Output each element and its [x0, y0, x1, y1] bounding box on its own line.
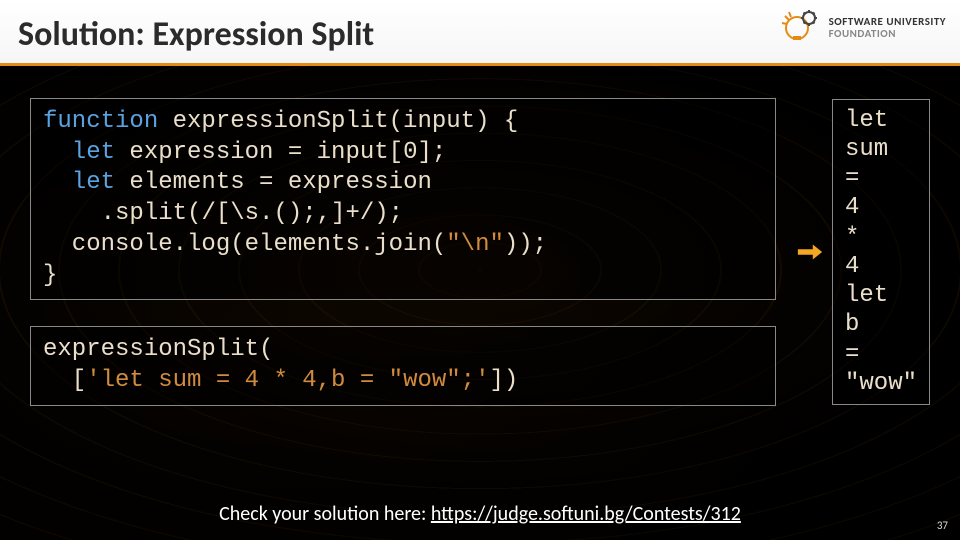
arrow-right-icon	[796, 242, 824, 262]
footer: Check your solution here: https://judge.…	[0, 502, 960, 526]
page-title: Solution: Expression Split	[18, 14, 374, 55]
lightbulb-gear-icon	[779, 6, 823, 50]
output-block: let sum = 4 * 4 let b = "wow"	[832, 99, 930, 406]
logo: SOFTWARE UNIVERSITY FOUNDATION	[779, 6, 946, 50]
footer-lead: Check your solution here:	[219, 502, 431, 526]
page-number: 37	[937, 519, 948, 532]
solution-link[interactable]: https://judge.softuni.bg/Contests/312	[431, 502, 741, 526]
code-block-call: expressionSplit( ['let sum = 4 * 4,b = "…	[30, 326, 776, 405]
logo-text: SOFTWARE UNIVERSITY FOUNDATION	[829, 16, 946, 39]
code-block-function: function expressionSplit(input) { let ex…	[30, 98, 776, 300]
